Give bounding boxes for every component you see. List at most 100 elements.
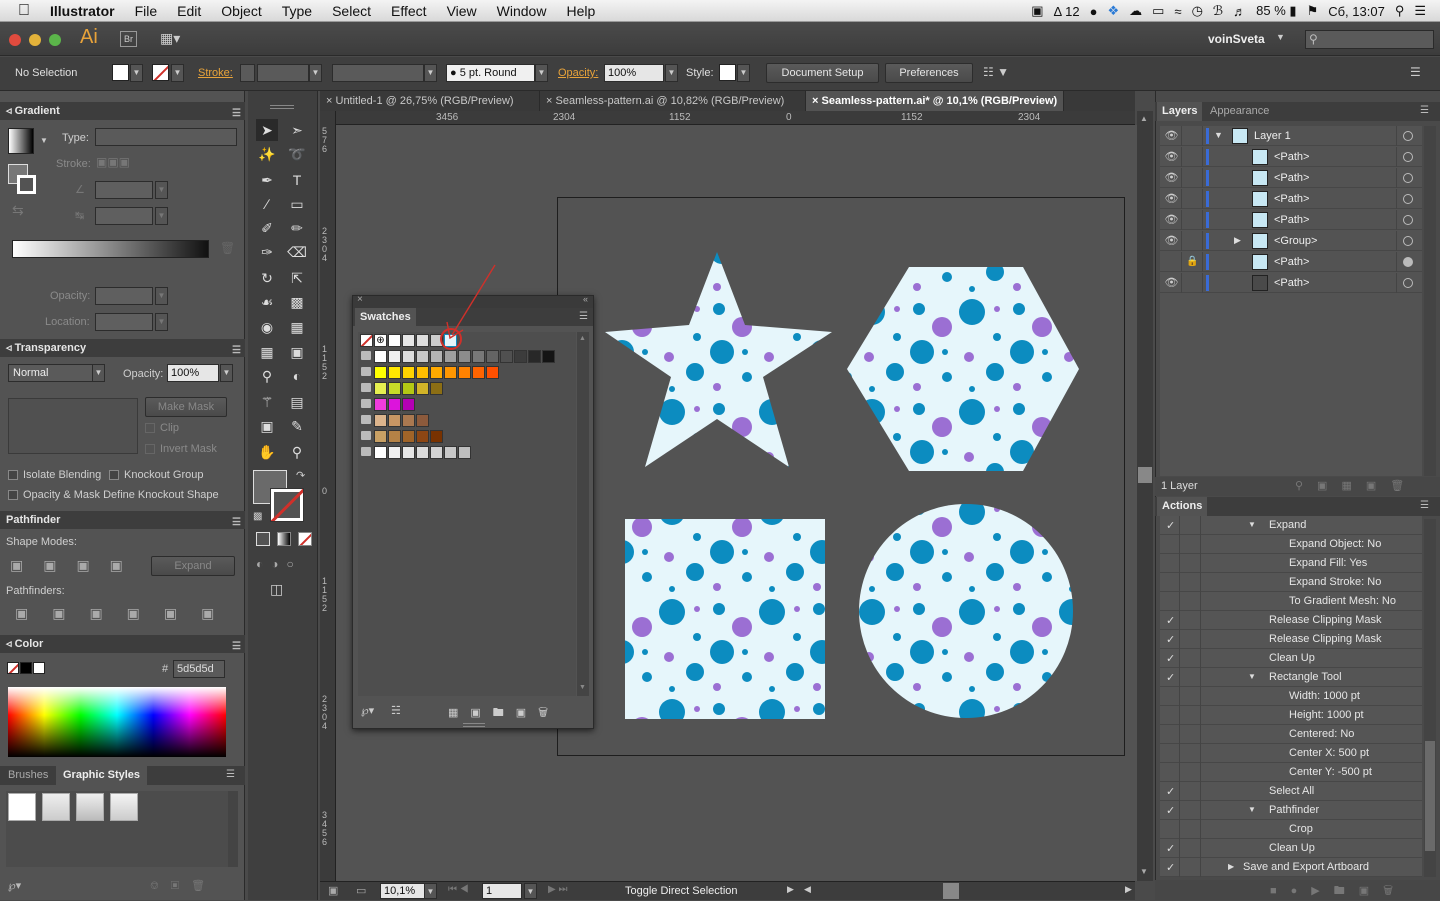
dialog-toggle[interactable] (1181, 744, 1201, 763)
style-thumb-4[interactable] (110, 793, 138, 821)
stroke-weight-field[interactable] (257, 64, 309, 82)
color-mode-button[interactable] (256, 532, 270, 546)
scroll-left-icon[interactable]: ◀ (804, 884, 811, 895)
visibility-eye-icon[interactable]: 👁 (1162, 231, 1182, 251)
adobe-notif[interactable]: Δ 12 (1054, 4, 1080, 19)
dialog-toggle[interactable] (1181, 858, 1201, 877)
tab-seamless-pattern-active[interactable]: × Seamless-pattern.ai* @ 10,1% (RGB/Prev… (806, 91, 1064, 111)
type-tool-icon[interactable]: T (286, 169, 308, 191)
style-default-thumb[interactable] (8, 793, 36, 821)
color-menu-icon[interactable]: ☰ (232, 638, 241, 656)
swatch[interactable] (374, 382, 387, 395)
action-toggle[interactable] (1160, 763, 1180, 782)
action-row[interactable]: Expand Stroke: No (1160, 573, 1422, 592)
square-shape[interactable] (625, 519, 825, 719)
expand-open-icon[interactable]: ▼ (1248, 672, 1256, 681)
gradient-angle-field[interactable] (95, 181, 153, 199)
stroke-weight-dropdown[interactable]: ▼ (309, 64, 322, 82)
swatch-none[interactable] (360, 334, 373, 347)
transparency-menu-icon[interactable]: ☰ (232, 342, 241, 360)
magic-wand-tool-icon[interactable]: ✨ (256, 143, 278, 165)
layer-name[interactable]: <Path> (1274, 151, 1309, 163)
action-toggle[interactable] (1160, 744, 1180, 763)
blend-tool-icon[interactable]: ◐ (286, 365, 308, 387)
tab-actions[interactable]: Actions (1157, 497, 1208, 516)
action-row[interactable]: ✓ Select All (1160, 782, 1422, 801)
scroll-down-icon[interactable]: ▼ (1140, 867, 1148, 876)
blend-mode-select[interactable]: Normal (8, 364, 93, 382)
swatch[interactable] (388, 350, 401, 363)
blend-mode-dropdown[interactable]: ▼ (92, 364, 105, 382)
display-icon[interactable]: ▭ (1152, 3, 1164, 19)
tab-layers[interactable]: Layers (1157, 102, 1203, 121)
white-swatch[interactable] (33, 662, 45, 674)
screen-icon[interactable]: ▣ (1031, 3, 1043, 19)
swatch[interactable] (542, 350, 555, 363)
sublayer-row[interactable]: 👁 <Path> (1160, 168, 1422, 188)
pen-tool-icon[interactable]: ✒ (256, 169, 278, 191)
hex-field[interactable]: 5d5d5d (173, 660, 225, 678)
swatch[interactable] (486, 350, 499, 363)
dialog-toggle[interactable] (1181, 820, 1201, 839)
action-row[interactable]: To Gradient Mesh: No (1160, 592, 1422, 611)
blob-brush-tool-icon[interactable]: ✑ (256, 241, 278, 263)
fill-dropdown[interactable]: ▼ (130, 64, 143, 82)
action-row[interactable]: ✓ Release Clipping Mask (1160, 630, 1422, 649)
swatches-resize-grip[interactable] (463, 723, 485, 727)
swatch[interactable] (388, 382, 401, 395)
collapse-panel-icon[interactable]: « (583, 294, 588, 304)
swatch[interactable] (430, 382, 443, 395)
brush-field[interactable]: ● 5 pt. Round (446, 64, 535, 82)
swatch[interactable] (416, 366, 429, 379)
styles-footer-buttons[interactable]: ⎊▣🗑 (150, 879, 217, 893)
vertical-ruler[interactable]: 5 7 6 2 3 0 4 1 1 5 2 0 1 1 5 2 2 3 0 4 … (320, 111, 336, 881)
action-toggle[interactable]: ✓ (1160, 801, 1180, 820)
close-tab-icon[interactable]: × (812, 95, 818, 107)
action-row[interactable]: ✓ Clean Up (1160, 649, 1422, 668)
mesh-tool-icon[interactable]: ▦ (256, 341, 278, 363)
swatch[interactable] (458, 350, 471, 363)
shape-builder-tool-icon[interactable]: ◉ (256, 316, 278, 338)
swatches-tab[interactable]: Swatches (355, 308, 416, 326)
list-icon[interactable]: ☰ (1414, 3, 1426, 19)
swatch[interactable] (528, 350, 541, 363)
styles-scrollbar[interactable] (228, 791, 238, 867)
expand-open-icon[interactable]: ▼ (1214, 130, 1223, 140)
pathfinder-menu-icon[interactable]: ☰ (232, 514, 241, 532)
action-toggle[interactable] (1160, 706, 1180, 725)
target-circle-icon[interactable] (1403, 215, 1413, 225)
dialog-toggle[interactable] (1181, 630, 1201, 649)
zoom-field[interactable]: 10,1% (380, 883, 426, 899)
action-row[interactable]: ✓ ▼ Pathfinder (1160, 801, 1422, 820)
sublayer-row[interactable]: 🔒 <Path> (1160, 252, 1422, 272)
layers-footer-buttons[interactable]: ⚲▣▦▣🗑 (1295, 479, 1418, 492)
brush-dropdown[interactable]: ▼ (535, 64, 548, 82)
dialog-toggle[interactable] (1181, 839, 1201, 858)
close-window-button[interactable] (9, 34, 21, 46)
pathfinder-panel-tab[interactable]: Pathfinder ☰ (0, 511, 245, 529)
direct-selection-tool-icon[interactable]: ➣ (286, 119, 308, 141)
gradient-opacity-dropdown[interactable]: ▼ (155, 287, 168, 305)
dialog-toggle[interactable] (1181, 782, 1201, 801)
swatch[interactable] (374, 430, 387, 443)
graph-tool-icon[interactable]: ▤ (286, 391, 308, 413)
scroll-up-icon[interactable]: ▲ (579, 335, 586, 342)
bridge-button[interactable]: Br (120, 31, 137, 47)
gradient-panel-tab[interactable]: ◃ Gradient ☰ (0, 102, 245, 120)
target-circle-icon[interactable] (1403, 194, 1413, 204)
expand-button[interactable]: Expand (151, 556, 235, 576)
swatch[interactable] (416, 414, 429, 427)
variable-width-field[interactable] (332, 64, 424, 82)
lock-icon[interactable]: 🔒 (1183, 252, 1203, 272)
close-panel-icon[interactable]: × (357, 294, 363, 305)
swap-colors-icon[interactable]: ↷ (296, 469, 305, 482)
gradient-angle-dropdown[interactable]: ▼ (155, 181, 168, 199)
actions-scrollbar[interactable] (1424, 519, 1436, 877)
screen-mode-icon[interactable]: ◫ (270, 581, 283, 598)
lock-toggle[interactable] (1183, 231, 1203, 251)
tab-seamless-pattern[interactable]: × Seamless-pattern.ai @ 10,82% (RGB/Prev… (540, 91, 806, 111)
dialog-toggle[interactable] (1181, 801, 1201, 820)
opacity-label[interactable]: Opacity: (558, 67, 598, 79)
lock-toggle[interactable] (1183, 126, 1203, 146)
menu-effect[interactable]: Effect (381, 3, 437, 19)
